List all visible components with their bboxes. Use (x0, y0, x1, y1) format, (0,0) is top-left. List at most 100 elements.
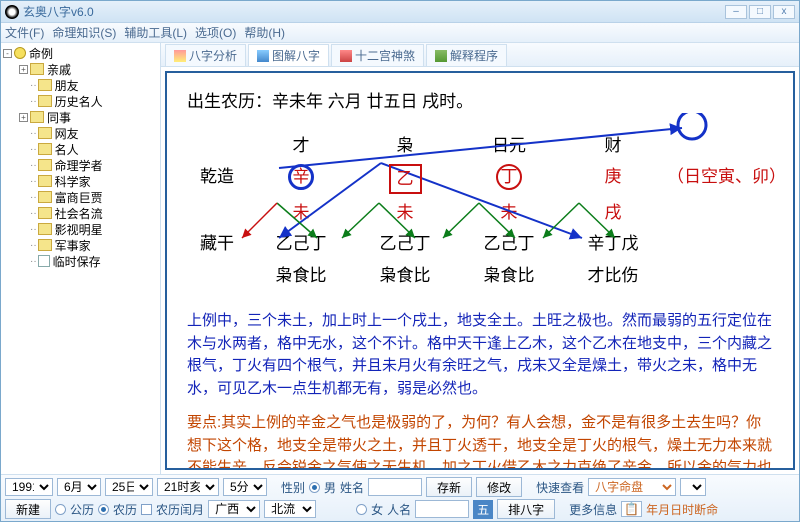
calendar-icon: 📋 (621, 501, 642, 517)
expand-icon[interactable]: + (19, 113, 28, 122)
close-button[interactable]: x (773, 5, 795, 19)
stem-month: 乙 (389, 164, 422, 194)
province-select[interactable]: 广西 (208, 500, 260, 518)
shishen: 枭食比 (459, 263, 559, 289)
menu-help[interactable]: 帮助(H) (244, 24, 285, 41)
bottom-bar: 1991 6月 25日 21时亥 5分 性别 男 姓名 存新 修改 快速查看 八… (1, 474, 799, 521)
key-points-paragraph: 要点:其实上例的辛金之气也是极弱的了，为何？有人会想，金不是有很多土去生吗？你想… (187, 412, 773, 470)
menu-file[interactable]: 文件(F) (5, 24, 44, 41)
minimize-button[interactable]: – (725, 5, 747, 19)
tab-label: 图解八字 (272, 47, 320, 64)
face-icon (14, 47, 26, 59)
tree-item[interactable]: ··临时保存 (3, 253, 160, 269)
tab-tujie-bazi[interactable]: 图解八字 (248, 44, 329, 66)
tree-item[interactable]: + 亲戚 (3, 61, 160, 77)
radio-female-label: 女 (371, 501, 383, 518)
save-new-button[interactable]: 存新 (426, 477, 472, 497)
tree-item-label: 历史名人 (55, 93, 103, 110)
tab-icon (435, 50, 447, 62)
check-runmonth-label: 农历闰月 (156, 501, 204, 518)
name-input[interactable] (368, 478, 422, 496)
tree-item[interactable]: ··名人 (3, 141, 160, 157)
modify-button[interactable]: 修改 (476, 477, 522, 497)
quick-select[interactable]: 八字命盘 (588, 478, 676, 496)
menu-options[interactable]: 选项(O) (195, 24, 236, 41)
paibazi-button[interactable]: 排八字 (497, 499, 555, 519)
tree-item-label: 同事 (47, 109, 71, 126)
tree-item[interactable]: ··科学家 (3, 173, 160, 189)
tree-item[interactable]: ··命理学者 (3, 157, 160, 173)
tree-item-label: 朋友 (55, 77, 79, 94)
tree-item-label: 科学家 (55, 173, 91, 190)
minute-select[interactable]: 5分 (223, 478, 267, 496)
menubar: 文件(F) 命理知识(S) 辅助工具(L) 选项(O) 帮助(H) (1, 23, 799, 43)
new-button[interactable]: 新建 (5, 499, 51, 519)
tree-item[interactable]: ··网友 (3, 125, 160, 141)
tree-item[interactable]: ··富商巨贾 (3, 189, 160, 205)
more-label: 更多信息 (569, 501, 617, 518)
tree-item-label: 影视明星 (55, 221, 103, 238)
tree-item-label: 亲戚 (47, 61, 71, 78)
tab-label: 八字分析 (189, 47, 237, 64)
branch: 未 (459, 200, 559, 226)
tree-root-label: 命例 (29, 45, 53, 62)
expand-icon[interactable]: + (19, 65, 28, 74)
app-icon (5, 5, 19, 19)
collapse-icon[interactable]: - (3, 49, 12, 58)
shishen: 枭食比 (355, 263, 455, 289)
folder-icon (38, 159, 52, 171)
tree-item-label: 名人 (55, 141, 79, 158)
wuxing-icon: 五 (473, 500, 493, 519)
quick-label: 快速查看 (536, 479, 584, 496)
tree-item[interactable]: ··影视明星 (3, 221, 160, 237)
shishen: 枭食比 (251, 263, 351, 289)
canggan: 乙己丁 (355, 231, 455, 257)
bazi-grid: 才 枭 日元 财 乾造 辛 乙 丁 庚 （日空寅、卯） 未 未 未 戌 (187, 133, 773, 289)
tab-shensha[interactable]: 十二宫神煞 (331, 44, 424, 66)
day-select[interactable]: 25日 (105, 478, 153, 496)
canggan: 辛丁戊 (563, 231, 663, 257)
ren-input[interactable] (415, 500, 469, 518)
tab-bazi-analysis[interactable]: 八字分析 (165, 44, 246, 66)
tree-item[interactable]: ··历史名人 (3, 93, 160, 109)
menu-tools[interactable]: 辅助工具(L) (124, 24, 187, 41)
tree-root[interactable]: - 命例 (3, 45, 160, 61)
tree-item[interactable]: ··朋友 (3, 77, 160, 93)
tab-label: 解释程序 (450, 47, 498, 64)
radio-gongli[interactable] (55, 504, 66, 515)
col-label: 日元 (459, 133, 559, 159)
radio-nongli[interactable] (98, 504, 109, 515)
tree-item[interactable]: + 同事 (3, 109, 160, 125)
month-select[interactable]: 6月 (57, 478, 101, 496)
stem-year: 辛 (288, 164, 314, 190)
folder-icon (38, 175, 52, 187)
radio-female[interactable] (356, 504, 367, 515)
branch: 戌 (563, 200, 663, 226)
sidebar: - 命例 + 亲戚 ··朋友 ··历史名人 + 同事 ··网友 ··名人 ··命理学… (1, 43, 161, 474)
folder-icon (38, 223, 52, 235)
maximize-button[interactable]: □ (749, 5, 771, 19)
tree-item[interactable]: ··社会名流 (3, 205, 160, 221)
radio-male[interactable] (309, 482, 320, 493)
branch: 未 (251, 200, 351, 226)
folder-icon (38, 95, 52, 107)
folder-icon (38, 79, 52, 91)
extra-select[interactable] (680, 478, 706, 496)
tabs: 八字分析 图解八字 十二宫神煞 解释程序 (161, 43, 799, 67)
shishen: 才比伤 (563, 263, 663, 289)
tree-item[interactable]: ··军事家 (3, 237, 160, 253)
titlebar: 玄奥八字v6.0 – □ x (1, 1, 799, 23)
hour-select[interactable]: 21时亥 (157, 478, 219, 496)
tab-icon (174, 50, 186, 62)
check-runmonth[interactable] (141, 504, 152, 515)
folder-icon (38, 207, 52, 219)
menu-knowledge[interactable]: 命理知识(S) (52, 24, 116, 41)
name-label: 姓名 (340, 479, 364, 496)
content: 出生农历：辛未年 六月 廿五日 戌时。 (165, 71, 795, 470)
tab-jieshi[interactable]: 解释程序 (426, 44, 507, 66)
year-select[interactable]: 1991 (5, 478, 53, 496)
branch: 未 (355, 200, 455, 226)
radio-gongli-label: 公历 (70, 501, 94, 518)
city-select[interactable]: 北流 (264, 500, 316, 518)
stem-day: 丁 (496, 164, 522, 190)
